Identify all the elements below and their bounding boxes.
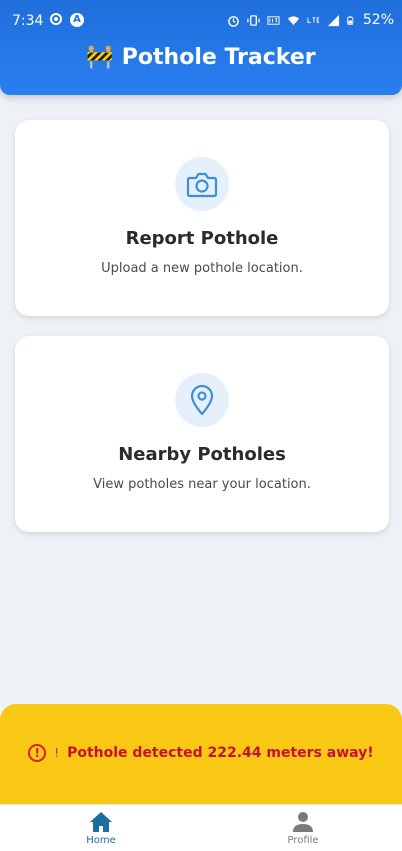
vibrate-icon bbox=[247, 14, 260, 26]
report-icon-circle bbox=[175, 157, 229, 211]
nav-item-profile[interactable]: Profile bbox=[243, 811, 363, 846]
nearby-icon-circle bbox=[175, 373, 229, 427]
report-pothole-description: Upload a new pothole location. bbox=[101, 261, 303, 276]
app-header: 7:34 A 52% 🚧 Pothole Tracker bbox=[0, 0, 402, 95]
status-right-icons: 52% bbox=[227, 12, 394, 28]
bottom-navigation: Home Profile bbox=[0, 804, 402, 851]
page-title-text: Pothole Tracker bbox=[121, 45, 316, 70]
construction-sign-icon: 🚧 bbox=[86, 45, 114, 70]
home-icon bbox=[90, 812, 112, 832]
nearby-potholes-title: Nearby Potholes bbox=[118, 444, 286, 465]
nearby-potholes-card[interactable]: Nearby Potholes View potholes near your … bbox=[15, 336, 389, 532]
alert-row: ! ! Pothole detected 222.44 meters away! bbox=[0, 744, 402, 762]
map-pin-icon bbox=[190, 384, 214, 416]
alarm-icon bbox=[228, 15, 239, 27]
battery-percentage: 52% bbox=[362, 12, 394, 28]
status-time: 7:34 bbox=[12, 13, 44, 29]
a-icon: A bbox=[70, 13, 84, 27]
volte-icon bbox=[267, 15, 280, 25]
report-pothole-title: Report Pothole bbox=[125, 228, 279, 249]
page-title: 🚧 Pothole Tracker bbox=[0, 45, 402, 70]
nearby-potholes-description: View potholes near your location. bbox=[93, 477, 311, 492]
nav-profile-label: Profile bbox=[287, 835, 319, 846]
profile-icon bbox=[293, 812, 313, 832]
status-left-icons: A bbox=[50, 13, 84, 27]
warning-icon: ! bbox=[54, 746, 60, 760]
pothole-alert-banner: ! ! Pothole detected 222.44 meters away! bbox=[0, 704, 402, 804]
app-root: 7:34 A 52% 🚧 Pothole Tracker Report Poth… bbox=[0, 0, 402, 851]
wifi-icon bbox=[287, 15, 299, 25]
status-bar: 7:34 A 52% bbox=[0, 0, 402, 40]
battery-icon bbox=[347, 15, 354, 25]
camera-icon bbox=[186, 172, 218, 198]
alert-message: Pothole detected 222.44 meters away! bbox=[67, 745, 374, 761]
alert-circle-icon: ! bbox=[28, 744, 47, 762]
lte-icon bbox=[307, 16, 319, 23]
signal-icon bbox=[327, 14, 339, 26]
nav-home-label: Home bbox=[86, 835, 116, 846]
location-icon bbox=[50, 13, 62, 25]
report-pothole-card[interactable]: Report Pothole Upload a new pothole loca… bbox=[15, 120, 389, 316]
nav-item-home[interactable]: Home bbox=[41, 811, 161, 846]
